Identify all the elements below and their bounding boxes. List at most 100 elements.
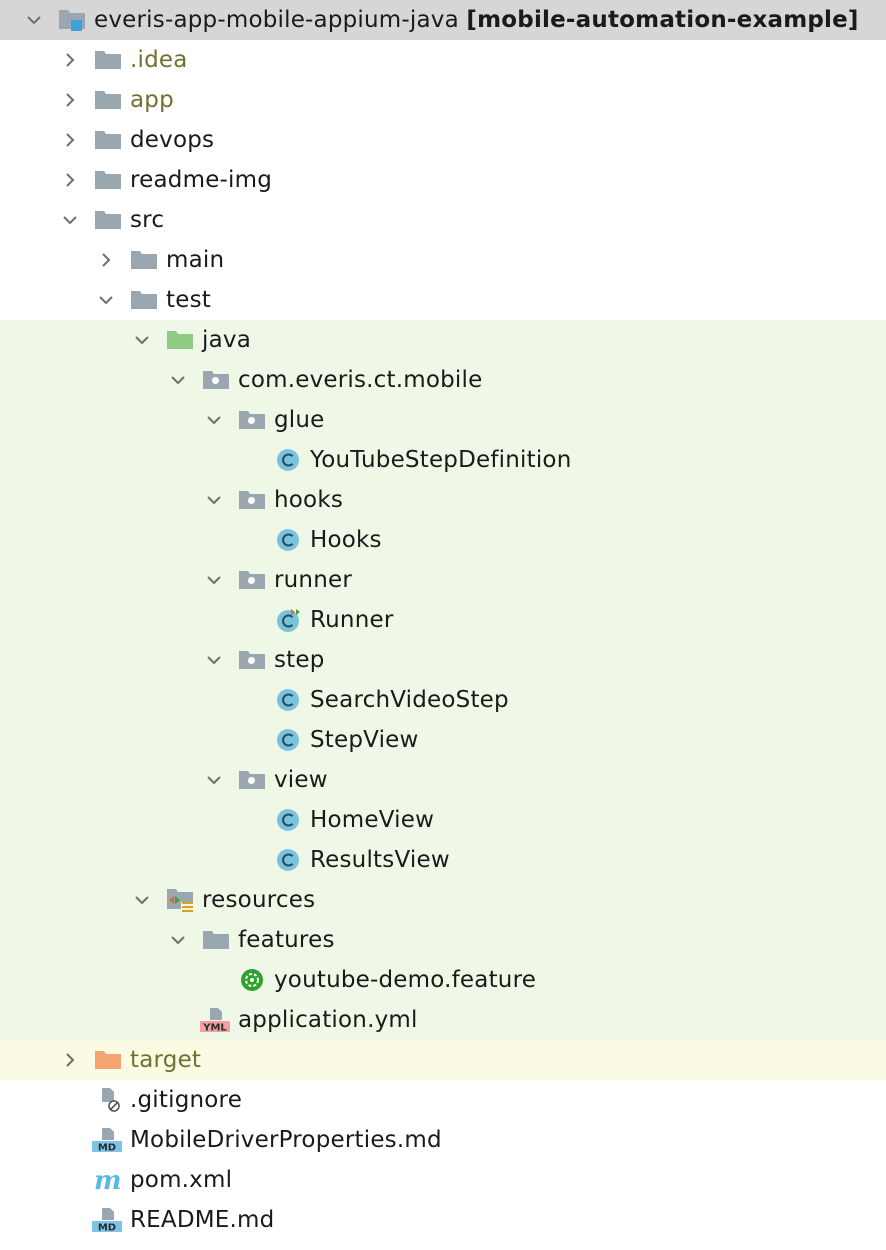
chevron-right-icon[interactable] xyxy=(60,130,80,150)
item-name: features xyxy=(238,927,335,953)
markdown-file-icon: MD xyxy=(92,1128,122,1153)
svg-text:MD: MD xyxy=(98,1223,116,1233)
test-resources-folder-icon xyxy=(166,888,194,912)
tree-item-readme-md[interactable]: MD README.md xyxy=(0,1200,886,1240)
item-name: src xyxy=(130,207,165,233)
chevron-down-icon[interactable] xyxy=(204,410,224,430)
chevron-down-icon[interactable] xyxy=(204,490,224,510)
item-name: resources xyxy=(202,887,316,913)
svg-text:m: m xyxy=(94,1168,122,1192)
ignore-file-icon xyxy=(94,1088,122,1112)
tree-item-runner[interactable]: runner xyxy=(0,560,886,600)
tree-item-view[interactable]: view xyxy=(0,760,886,800)
class-icon xyxy=(274,848,302,872)
tree-item-home-view[interactable]: HomeView xyxy=(0,800,886,840)
chevron-down-icon[interactable] xyxy=(24,10,44,30)
item-name: test xyxy=(166,287,211,313)
tree-item-app[interactable]: app xyxy=(0,80,886,120)
item-name: .gitignore xyxy=(130,1087,243,1113)
tree-item-pom-xml[interactable]: m pom.xml xyxy=(0,1160,886,1200)
tree-item-youtube-step-definition[interactable]: YouTubeStepDefinition xyxy=(0,440,886,480)
tree-item-package-com-everis-ct-mobile[interactable]: com.everis.ct.mobile xyxy=(0,360,886,400)
chevron-down-icon[interactable] xyxy=(204,770,224,790)
item-name: devops xyxy=(130,127,215,153)
tree-item-runner-class-label: Runner xyxy=(310,600,394,640)
module-name: [mobile-automation-example] xyxy=(466,7,859,33)
tree-item-app-label: app xyxy=(130,80,174,120)
tree-item-target-label: target xyxy=(130,1040,201,1080)
tree-item-hooks[interactable]: hooks xyxy=(0,480,886,520)
tree-item-devops[interactable]: devops xyxy=(0,120,886,160)
tree-item-resources[interactable]: resources xyxy=(0,880,886,920)
item-name: SearchVideoStep xyxy=(310,687,509,713)
tree-item-gitignore[interactable]: .gitignore xyxy=(0,1080,886,1120)
cucumber-icon xyxy=(238,968,266,992)
item-name: com.everis.ct.mobile xyxy=(238,367,483,393)
chevron-right-icon[interactable] xyxy=(60,170,80,190)
tree-item-pom-xml-label: pom.xml xyxy=(130,1160,232,1200)
tree-item-idea-label: .idea xyxy=(130,40,188,80)
folder-icon xyxy=(94,48,122,72)
item-name: README.md xyxy=(130,1207,275,1233)
item-name: StepView xyxy=(310,727,419,753)
tree-item-test-label: test xyxy=(166,280,211,320)
tree-item-target[interactable]: target xyxy=(0,1040,886,1080)
tree-item-readme-md-label: README.md xyxy=(130,1200,274,1240)
chevron-down-icon[interactable] xyxy=(96,290,116,310)
tree-item-search-video-step[interactable]: SearchVideoStep xyxy=(0,680,886,720)
excluded-folder-icon xyxy=(94,1048,122,1072)
tree-item-youtube-step-definition-label: YouTubeStepDefinition xyxy=(310,440,571,480)
chevron-down-icon[interactable] xyxy=(132,890,152,910)
tree-item-glue-label: glue xyxy=(274,400,325,440)
folder-icon xyxy=(130,288,158,312)
chevron-down-icon[interactable] xyxy=(204,650,224,670)
tree-item-test[interactable]: test xyxy=(0,280,886,320)
tree-item-mobile-driver-properties-md-label: MobileDriverProperties.md xyxy=(130,1120,442,1160)
tree-item-application-yml[interactable]: YML application.yml xyxy=(0,1000,886,1040)
item-name: application.yml xyxy=(238,1007,418,1033)
tree-item-mobile-driver-properties-md[interactable]: MD MobileDriverProperties.md xyxy=(0,1120,886,1160)
tree-item-results-view[interactable]: ResultsView xyxy=(0,840,886,880)
tree-item-youtube-demo-feature[interactable]: youtube-demo.feature xyxy=(0,960,886,1000)
tree-item-src[interactable]: src xyxy=(0,200,886,240)
chevron-right-icon[interactable] xyxy=(96,250,116,270)
tree-item-runner-class[interactable]: Runner xyxy=(0,600,886,640)
tree-item-hooks-class[interactable]: Hooks xyxy=(0,520,886,560)
tree-item-results-view-label: ResultsView xyxy=(310,840,450,880)
tree-item-hooks-label: hooks xyxy=(274,480,343,520)
svg-text:YML: YML xyxy=(202,1023,227,1033)
tree-item-glue[interactable]: glue xyxy=(0,400,886,440)
class-icon xyxy=(274,728,302,752)
tree-item-step-label: step xyxy=(274,640,325,680)
chevron-right-icon[interactable] xyxy=(60,90,80,110)
package-icon xyxy=(238,568,266,592)
svg-text:MD: MD xyxy=(98,1143,116,1153)
tree-item-resources-label: resources xyxy=(202,880,315,920)
item-name: .idea xyxy=(130,47,188,73)
test-sources-folder-icon xyxy=(166,328,194,352)
chevron-right-icon[interactable] xyxy=(60,50,80,70)
tree-item-features[interactable]: features xyxy=(0,920,886,960)
tree-root-module-label: everis-app-mobile-appium-java [mobile-au… xyxy=(94,0,859,40)
tree-item-step[interactable]: step xyxy=(0,640,886,680)
package-icon xyxy=(238,648,266,672)
tree-item-step-view[interactable]: StepView xyxy=(0,720,886,760)
item-name: java xyxy=(202,327,251,353)
tree-item-main[interactable]: main xyxy=(0,240,886,280)
chevron-right-icon[interactable] xyxy=(60,1050,80,1070)
folder-icon xyxy=(130,248,158,272)
tree-root-module[interactable]: everis-app-mobile-appium-java [mobile-au… xyxy=(0,0,886,40)
tree-item-search-video-step-label: SearchVideoStep xyxy=(310,680,509,720)
tree-item-package-com-everis-ct-mobile-label: com.everis.ct.mobile xyxy=(238,360,482,400)
tree-item-readme-img[interactable]: readme-img xyxy=(0,160,886,200)
chevron-down-icon[interactable] xyxy=(204,570,224,590)
tree-item-home-view-label: HomeView xyxy=(310,800,434,840)
tree-item-java[interactable]: java xyxy=(0,320,886,360)
chevron-down-icon[interactable] xyxy=(132,330,152,350)
maven-icon: m xyxy=(92,1168,122,1192)
chevron-down-icon[interactable] xyxy=(60,210,80,230)
chevron-down-icon[interactable] xyxy=(168,930,188,950)
chevron-down-icon[interactable] xyxy=(168,370,188,390)
tree-item-idea[interactable]: .idea xyxy=(0,40,886,80)
class-icon xyxy=(274,528,302,552)
